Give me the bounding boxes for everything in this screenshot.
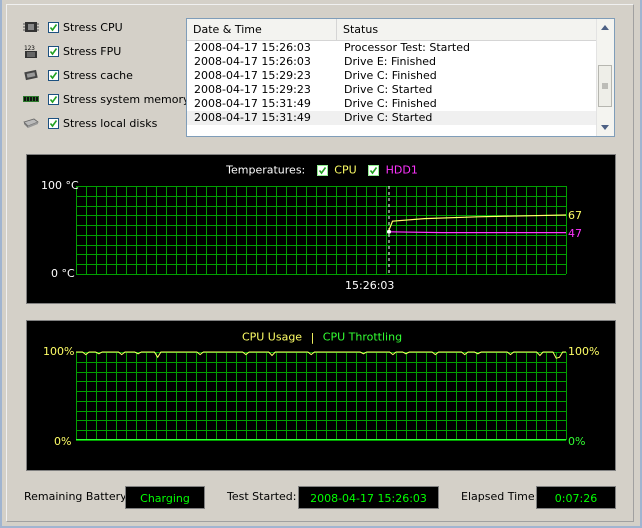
- row-status: Processor Test: Started: [344, 41, 470, 54]
- stress-cpu-label: Stress CPU: [63, 20, 123, 34]
- row-time: 2008-04-17 15:31:49: [194, 111, 311, 124]
- cpu-usage-plot: [76, 351, 567, 441]
- temperature-plot: [76, 186, 567, 275]
- stress-disks-label: Stress local disks: [63, 116, 158, 130]
- scroll-thumb[interactable]: [598, 65, 612, 107]
- hdd1-current-value: 47: [568, 227, 582, 240]
- table-row[interactable]: 2008-04-17 15:31:49 Drive C: Finished: [187, 97, 598, 111]
- series-start-point: [387, 229, 391, 234]
- disk-drive-icon: [22, 116, 40, 130]
- option-stress-disks[interactable]: Stress local disks: [22, 114, 157, 132]
- test-started-value: 2008-04-17 15:26:03: [298, 486, 439, 509]
- table-row-selected[interactable]: 2008-04-17 15:31:49 Drive C: Started: [187, 111, 598, 125]
- usage-right-min-label: 0%: [568, 435, 586, 448]
- option-stress-cpu[interactable]: Stress CPU: [22, 18, 123, 36]
- scroll-up-arrow-icon[interactable]: [597, 19, 613, 36]
- row-status: Drive E: Finished: [344, 55, 437, 68]
- stress-fpu-checkbox[interactable]: [48, 45, 59, 57]
- usage-right-max-label: 100%: [568, 345, 600, 358]
- table-row[interactable]: 2008-04-17 15:29:23 Drive C: Started: [187, 83, 598, 97]
- table-row[interactable]: 2008-04-17 15:26:03 Drive E: Finished: [187, 55, 598, 69]
- cpu-temperature-line: [388, 214, 567, 231]
- row-time: 2008-04-17 15:26:03: [194, 41, 311, 54]
- row-time: 2008-04-17 15:31:49: [194, 97, 311, 110]
- chart-grid: [76, 186, 567, 275]
- table-row[interactable]: 2008-04-17 15:26:03 Processor Test: Start…: [187, 41, 598, 55]
- cpu-usage-chart: CPU Usage | CPU Throttling 100% 0% 100% …: [26, 320, 616, 471]
- usage-left-min-label: 0%: [54, 435, 72, 448]
- cache-chip-icon: [22, 68, 40, 82]
- stress-cache-checkbox[interactable]: [48, 69, 59, 81]
- option-stress-fpu[interactable]: 123 Stress FPU: [22, 42, 121, 60]
- row-status: Drive C: Finished: [344, 69, 437, 82]
- cpu-current-value: 67: [568, 209, 582, 222]
- stress-memory-label: Stress system memory: [63, 92, 190, 106]
- row-time: 2008-04-17 15:29:23: [194, 83, 311, 96]
- test-started-label: Test Started:: [227, 490, 297, 503]
- window-left-edge: [0, 0, 2, 528]
- scroll-down-arrow-icon[interactable]: [597, 119, 613, 136]
- remaining-battery-label: Remaining Battery:: [24, 490, 130, 503]
- stress-cpu-checkbox[interactable]: [48, 21, 59, 33]
- hdd1-temperature-line: [388, 231, 566, 234]
- row-time: 2008-04-17 15:29:23: [194, 69, 311, 82]
- usage-left-max-label: 100%: [43, 345, 75, 358]
- column-status[interactable]: Status: [337, 19, 598, 40]
- chart-grid: [76, 352, 567, 441]
- log-scrollbar[interactable]: [596, 19, 614, 136]
- temp-y-max-label: 100 °C: [41, 179, 79, 192]
- remaining-battery-value: Charging: [125, 486, 205, 509]
- stress-cache-label: Stress cache: [63, 68, 133, 82]
- log-header: Date & Time Status: [187, 19, 598, 41]
- option-stress-cache[interactable]: Stress cache: [22, 66, 133, 84]
- fpu-calc-icon: 123: [22, 44, 40, 58]
- elapsed-time-value: 0:07:26: [536, 486, 616, 509]
- row-status: Drive C: Started: [344, 83, 433, 96]
- stress-memory-checkbox[interactable]: [48, 93, 59, 105]
- row-time: 2008-04-17 15:26:03: [194, 55, 311, 68]
- row-status: Drive C: Finished: [344, 97, 437, 110]
- column-date-time[interactable]: Date & Time: [187, 19, 337, 40]
- option-stress-memory[interactable]: Stress system memory: [22, 90, 190, 108]
- elapsed-time-label: Elapsed Time:: [461, 490, 539, 503]
- test-log-list[interactable]: Date & Time Status 2008-04-17 15:26:03 Pr…: [186, 18, 615, 137]
- temp-y-min-label: 0 °C: [51, 267, 75, 280]
- svg-text:123: 123: [24, 45, 35, 52]
- row-status: Drive C: Started: [344, 111, 433, 124]
- memory-module-icon: [22, 92, 40, 106]
- table-row[interactable]: 2008-04-17 15:29:23 Drive C: Finished: [187, 69, 598, 83]
- cpu-chip-icon: [22, 20, 40, 34]
- stress-fpu-label: Stress FPU: [63, 44, 122, 58]
- temperature-chart: Temperatures: CPU HDD1 100 °C 0 °C 15:26…: [26, 154, 616, 304]
- temp-marker-time-label: 15:26:03: [345, 279, 395, 292]
- stress-disks-checkbox[interactable]: [48, 117, 59, 129]
